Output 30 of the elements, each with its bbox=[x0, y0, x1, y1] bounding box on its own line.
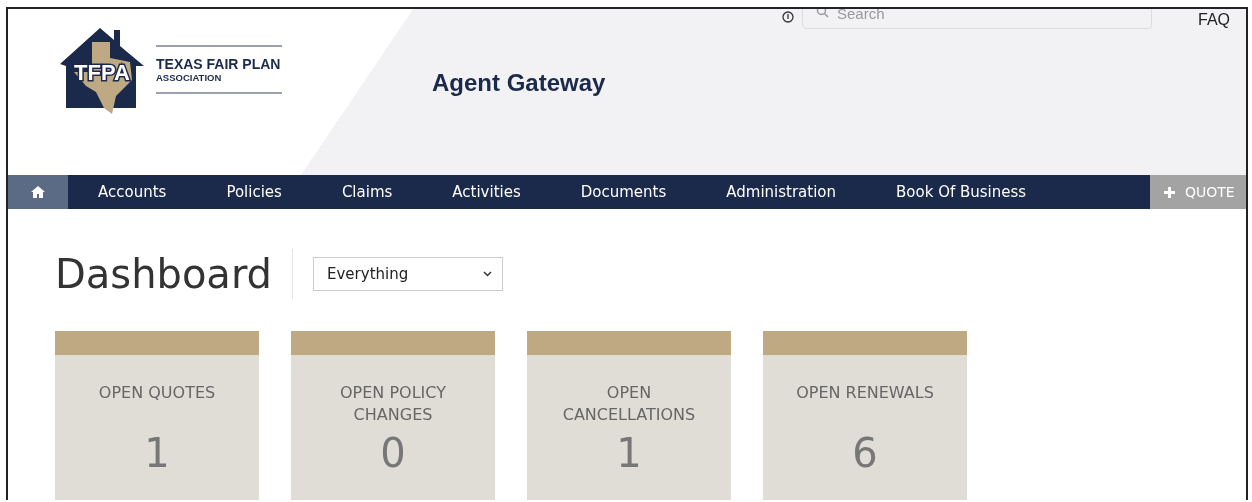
card-count: 6 bbox=[852, 430, 878, 476]
chevron-icon bbox=[483, 271, 492, 277]
stat-card[interactable]: OPEN RENEWALS 6 bbox=[763, 331, 967, 500]
nav-link[interactable]: Documents bbox=[550, 175, 697, 209]
card-label: OPEN POLICY CHANGES bbox=[339, 382, 447, 426]
logo-subtitle: ASSOCIATION bbox=[156, 71, 223, 83]
home-icon bbox=[31, 186, 45, 198]
nav-link[interactable]: Activities bbox=[422, 175, 551, 209]
stat-card[interactable]: OPEN CANCELLATIONS 1 bbox=[527, 331, 731, 500]
nav-link[interactable]: Administration bbox=[696, 175, 867, 209]
stat-card[interactable]: OPEN QUOTES 1 bbox=[55, 331, 259, 500]
card-count: 1 bbox=[144, 430, 170, 476]
app-title: Agent Gateway bbox=[432, 69, 606, 98]
help-icon[interactable] bbox=[782, 11, 794, 23]
home-button[interactable] bbox=[8, 175, 68, 209]
page-title: Dashboard bbox=[55, 249, 293, 299]
card-count: 0 bbox=[380, 430, 406, 476]
nav-link[interactable]: Accounts bbox=[68, 175, 197, 209]
filter-dropdown[interactable]: Everything bbox=[313, 257, 503, 291]
plus-icon bbox=[1164, 186, 1175, 198]
nav-link[interactable]: Claims bbox=[311, 175, 423, 209]
faq-link[interactable]: FAQ bbox=[1198, 11, 1230, 29]
card-label: OPEN QUOTES bbox=[97, 382, 217, 404]
card-label: OPEN CANCELLATIONS bbox=[561, 382, 697, 426]
stat-card[interactable]: OPEN POLICY CHANGES 0 bbox=[291, 331, 495, 500]
card-label: OPEN RENEWALS bbox=[795, 382, 935, 404]
nav-link[interactable]: Policies bbox=[196, 175, 312, 209]
card-count: 1 bbox=[616, 430, 642, 476]
nav-link[interactable]: Book Of Business bbox=[866, 175, 1057, 209]
logo-name: TEXAS FAIR PLAN bbox=[156, 55, 282, 72]
